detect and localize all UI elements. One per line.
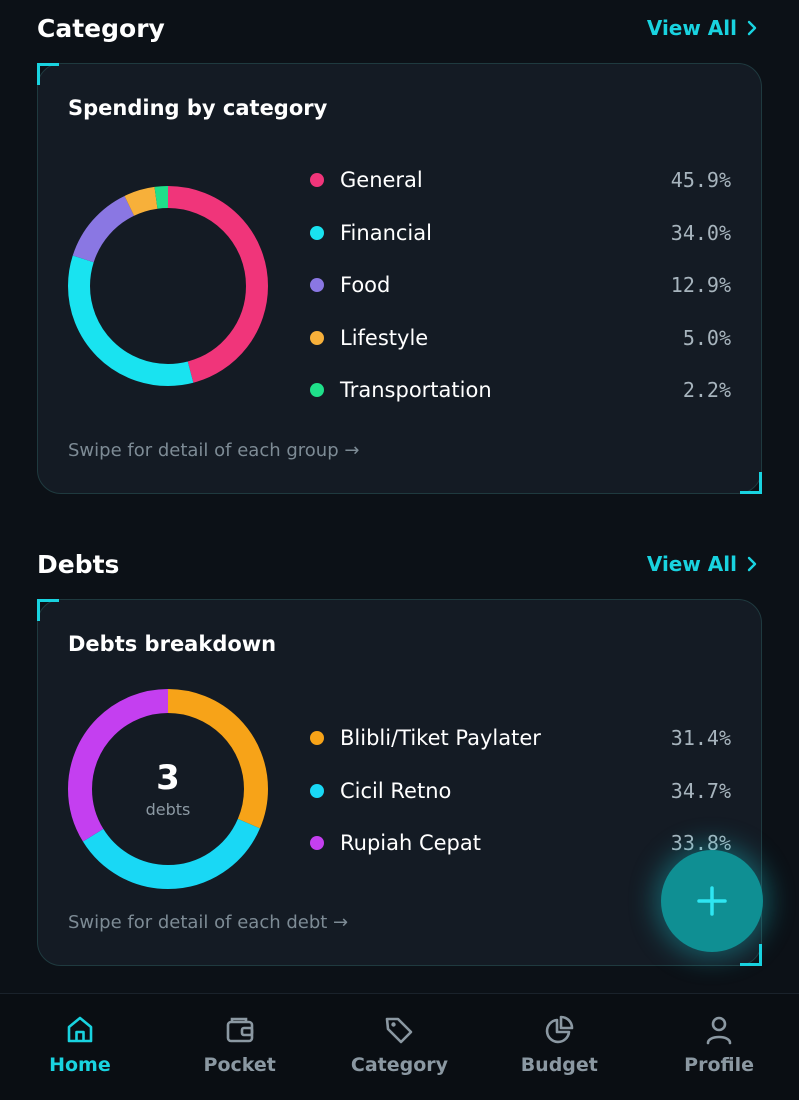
legend-item[interactable]: Lifestyle 5.0% [310, 312, 731, 365]
legend-percentage: 2.2% [682, 378, 731, 403]
legend-percentage: 12.9% [670, 273, 731, 298]
legend-item[interactable]: Financial 34.0% [310, 207, 731, 260]
wallet-icon [226, 1017, 253, 1043]
card-title: Spending by category [68, 96, 328, 120]
nav-item-profile[interactable]: Profile [639, 994, 799, 1100]
legend-item[interactable]: Cicil Retno 34.7% [310, 765, 731, 818]
bottom-navigation: Home Pocket Category Budget Profile [0, 993, 799, 1100]
legend-color-dot [310, 836, 324, 851]
legend-color-dot [310, 330, 324, 345]
card-corner-accent [37, 599, 59, 621]
legend-label: Cicil Retno [340, 778, 452, 803]
debts-count: 3 [156, 758, 180, 798]
swipe-hint: Swipe for detail of each debt → [68, 912, 349, 933]
card-corner-accent [740, 472, 762, 494]
category-section-title: Category [37, 13, 165, 43]
legend-item[interactable]: Food 12.9% [310, 259, 731, 312]
legend-color-dot [310, 731, 324, 746]
nav-label: Category [350, 1054, 449, 1076]
home-icon [67, 1016, 93, 1043]
swipe-hint: Swipe for detail of each group → [68, 440, 360, 461]
nav-label: Budget [520, 1054, 598, 1076]
nav-label: Profile [684, 1054, 754, 1076]
category-header: Category View All [37, 10, 757, 46]
legend-item[interactable]: Rupiah Cepat 33.8% [310, 817, 731, 870]
category-legend: General 45.9% Financial 34.0% Food 12.9% Lifes… [310, 154, 731, 417]
category-donut-chart [68, 186, 268, 386]
legend-label: General [340, 168, 423, 193]
spending-by-category-card[interactable]: Spending by category General 45.9% Financi… [37, 63, 762, 494]
legend-color-dot [310, 225, 324, 240]
view-all-label: View All [646, 552, 737, 576]
debts-header: Debts View All [37, 546, 757, 582]
plus-icon [697, 886, 727, 916]
legend-color-dot [310, 173, 324, 188]
debts-legend: Blibli/Tiket Paylater 31.4% Cicil Retno 34.… [310, 712, 731, 870]
legend-item[interactable]: Transportation 2.2% [310, 364, 731, 417]
tag-icon [386, 1017, 413, 1044]
legend-percentage: 34.0% [670, 220, 731, 245]
pie-chart-icon [546, 1015, 574, 1044]
legend-percentage: 34.7% [670, 778, 731, 803]
debts-breakdown-card[interactable]: Debts breakdown 3 debts Blibli/Tiket Pay… [37, 599, 762, 966]
nav-item-home[interactable]: Home [0, 994, 160, 1100]
debts-view-all-button[interactable]: View All [647, 552, 757, 576]
legend-label: Rupiah Cepat [340, 831, 481, 856]
card-corner-accent [37, 63, 59, 85]
legend-label: Transportation [340, 378, 492, 403]
legend-percentage: 45.9% [670, 168, 731, 193]
legend-percentage: 5.0% [682, 325, 731, 350]
legend-label: Lifestyle [340, 325, 429, 350]
nav-label: Home [49, 1054, 111, 1076]
legend-percentage: 31.4% [670, 726, 731, 751]
legend-item[interactable]: Blibli/Tiket Paylater 31.4% [310, 712, 731, 765]
nav-item-category[interactable]: Category [320, 994, 480, 1100]
nav-item-budget[interactable]: Budget [479, 994, 639, 1100]
legend-label: Financial [340, 220, 432, 245]
chevron-right-icon [747, 20, 757, 36]
card-corner-accent [740, 944, 762, 966]
user-icon [706, 1016, 732, 1045]
debts-section-title: Debts [37, 549, 120, 579]
nav-label: Pocket [203, 1054, 276, 1076]
nav-item-pocket[interactable]: Pocket [160, 994, 320, 1100]
debts-center-summary: 3 debts [68, 758, 268, 819]
legend-color-dot [310, 278, 324, 293]
legend-color-dot [310, 783, 324, 798]
legend-color-dot [310, 383, 324, 398]
chevron-right-icon [747, 556, 757, 572]
debts-count-label: debts [145, 800, 191, 819]
view-all-label: View All [646, 16, 737, 40]
legend-label: Food [340, 273, 391, 298]
legend-label: Blibli/Tiket Paylater [340, 726, 541, 751]
legend-item[interactable]: General 45.9% [310, 154, 731, 207]
card-title: Debts breakdown [68, 632, 277, 656]
category-view-all-button[interactable]: View All [647, 16, 757, 40]
add-button[interactable] [661, 850, 763, 952]
